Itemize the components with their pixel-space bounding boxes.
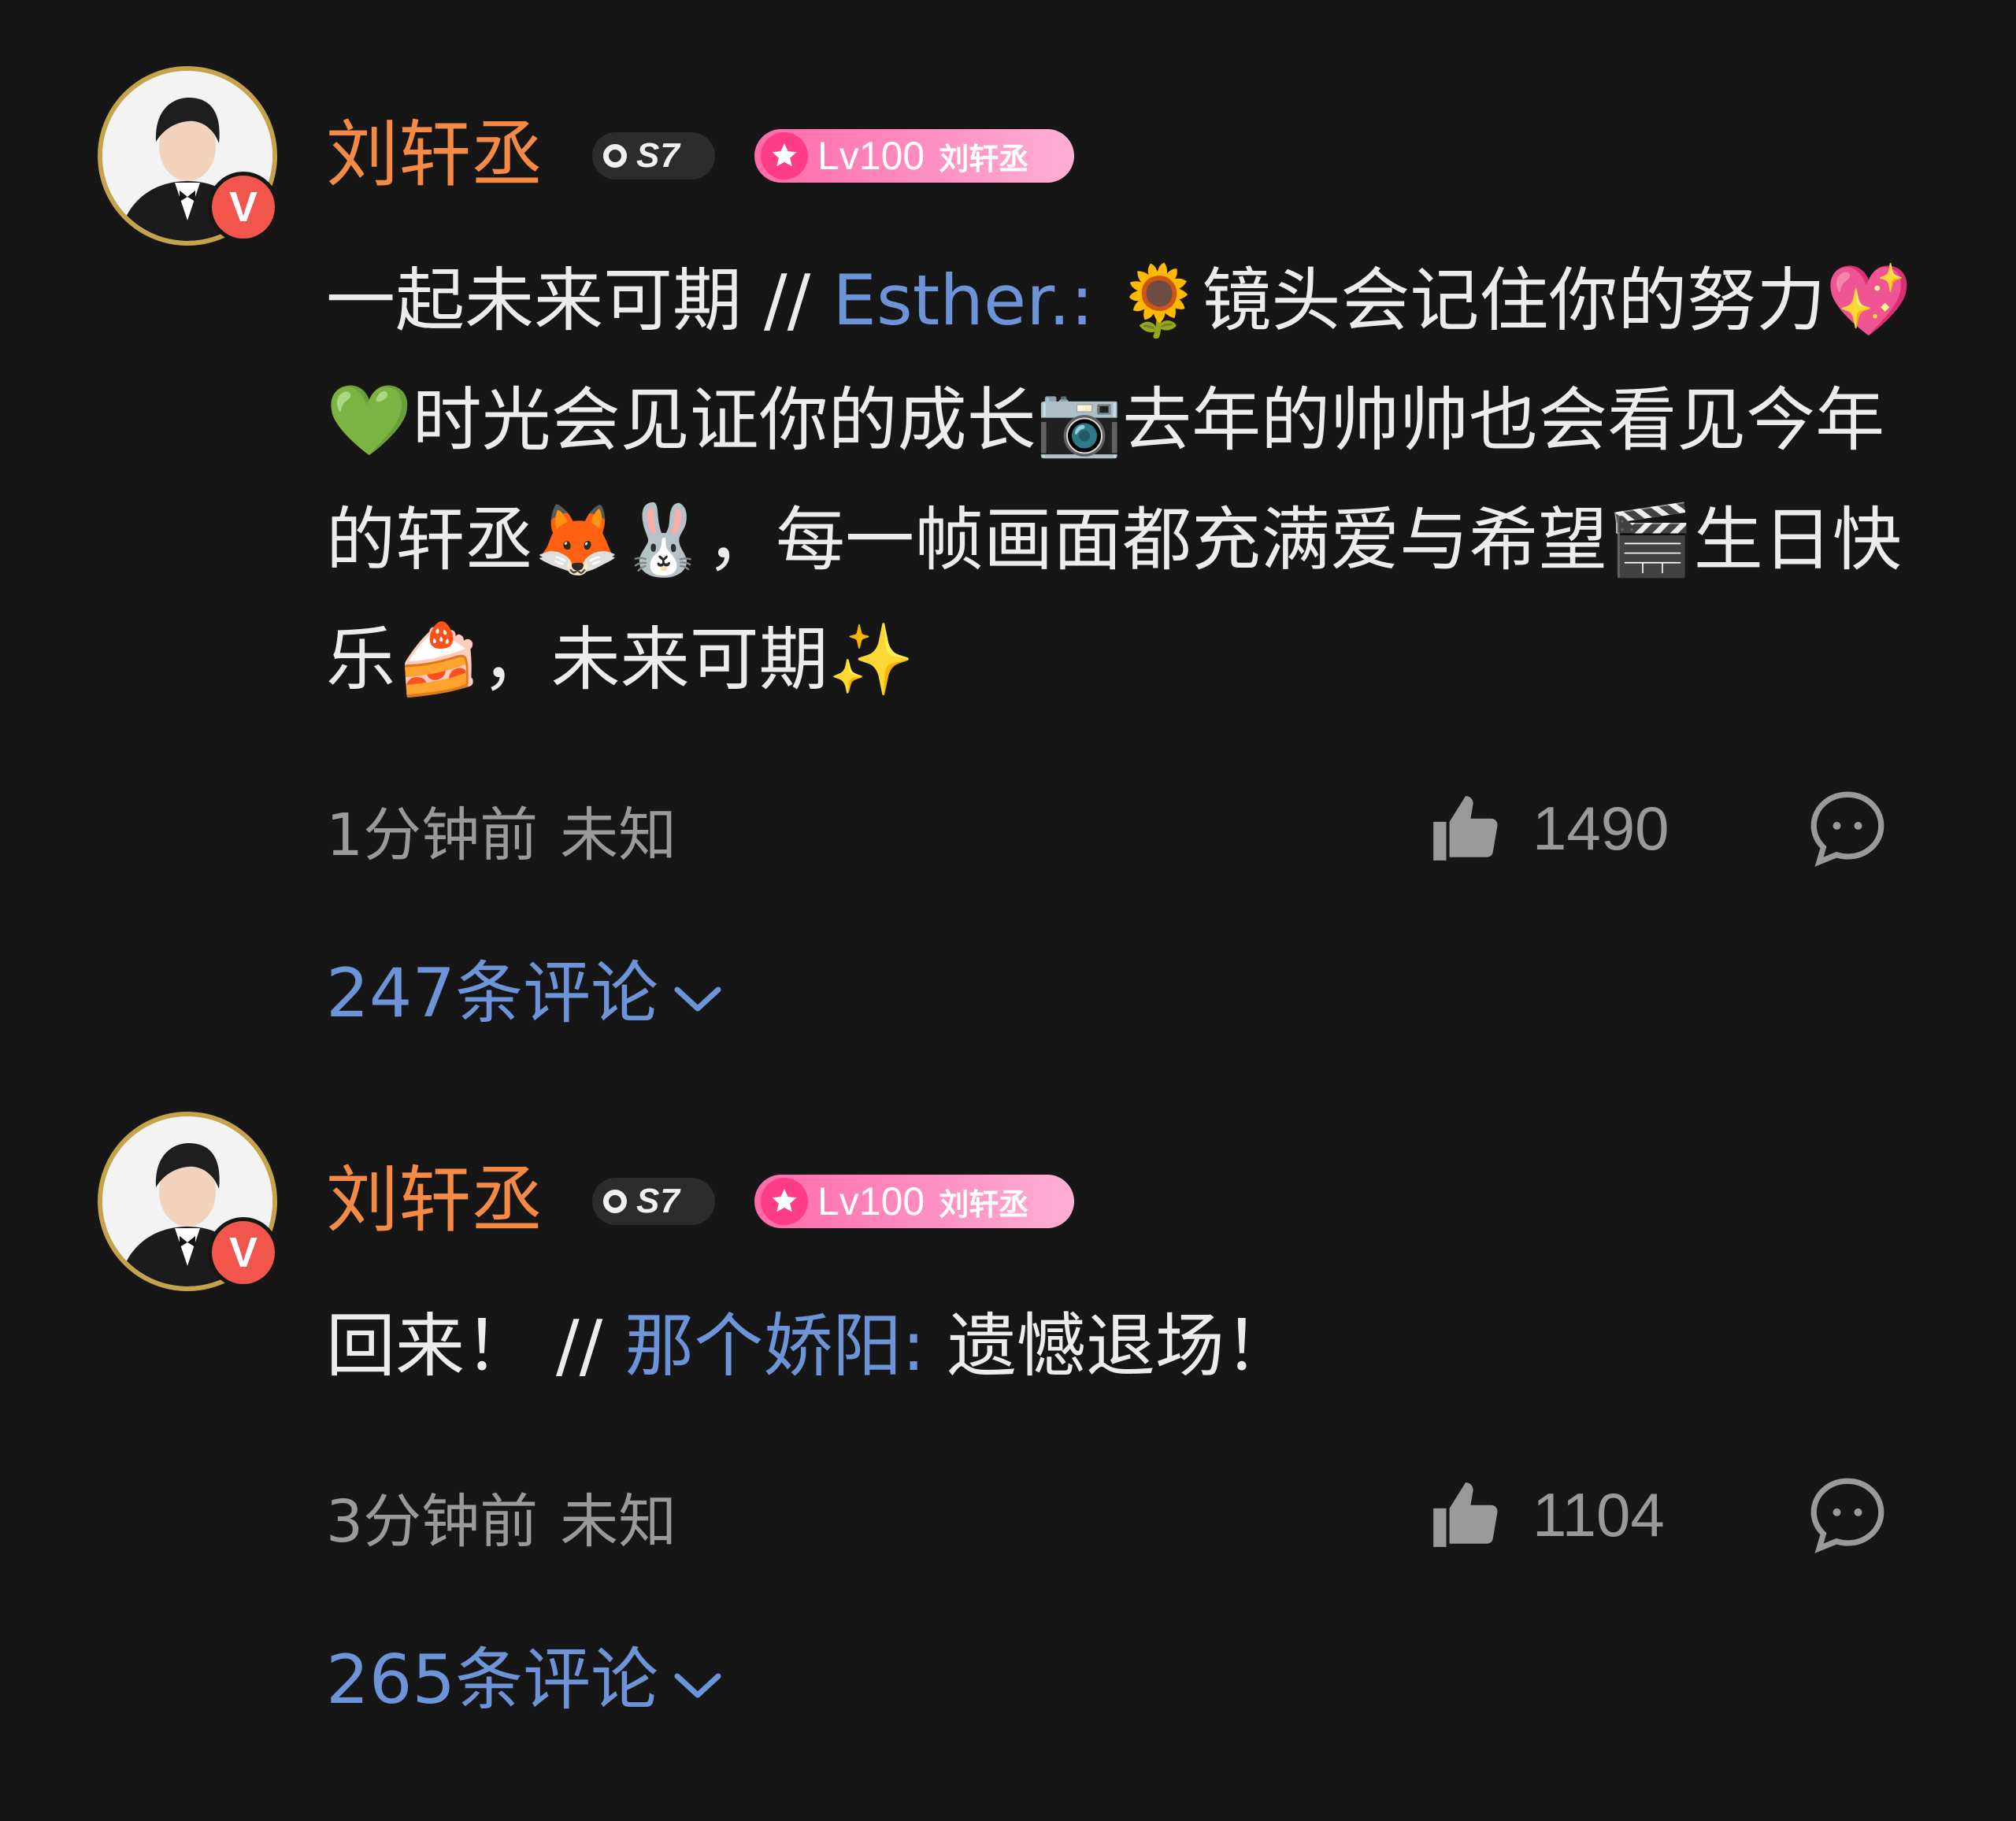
timestamp: 1分钟前 [326, 801, 539, 869]
replies-count-label: 247条评论 [326, 954, 659, 1033]
level-badge[interactable]: Lv100 刘轩丞 [754, 1175, 1074, 1228]
level-badge[interactable]: Lv100 刘轩丞 [754, 129, 1074, 183]
comment-main-text: 回来！ [326, 1305, 535, 1386]
level-name: 刘轩丞 [939, 1186, 1029, 1222]
mention-link[interactable]: Esther.: [832, 260, 1094, 341]
like-count: 1490 [1532, 793, 1670, 863]
thumbs-up-icon [1433, 796, 1498, 861]
comment-text: 一起未来可期 // Esther.: 🌻镜头会记住你的努力💖💚时光会见证你的成长… [326, 241, 1925, 720]
comment-meta: 3分钟前 未知 [326, 1486, 676, 1557]
comment-text: 回来！ // 那个娇阳: 遗憾退场！ [326, 1286, 1925, 1406]
like-button[interactable]: 1104 [1427, 1475, 1665, 1554]
repost-separator: // [764, 260, 811, 341]
verified-icon: V [208, 1217, 279, 1288]
level-label: Lv100 [817, 134, 925, 178]
svip-badge: S7 [592, 1178, 715, 1225]
repost-separator: // [556, 1305, 603, 1386]
level-star-icon [761, 1178, 808, 1225]
reply-button[interactable] [1805, 1472, 1890, 1560]
repost-text: 遗憾退场！ [947, 1305, 1294, 1386]
level-label: Lv100 [817, 1179, 925, 1223]
reply-button[interactable] [1805, 786, 1890, 874]
location: 未知 [560, 1488, 677, 1556]
thumbs-up-icon [1433, 1482, 1498, 1547]
comment-meta: 1分钟前 未知 [326, 800, 676, 871]
replies-count-label: 265条评论 [326, 1641, 659, 1719]
level-star-icon [761, 132, 808, 180]
like-count: 1104 [1532, 1479, 1665, 1549]
chevron-down-icon [674, 1673, 721, 1698]
svip-label: S7 [636, 1182, 680, 1220]
level-name: 刘轩丞 [939, 141, 1029, 176]
expand-replies-button[interactable]: 247条评论 [326, 954, 723, 1033]
svip-icon [603, 1190, 627, 1213]
location: 未知 [560, 801, 677, 869]
verified-icon: V [208, 172, 279, 242]
reply-bubble-icon [1810, 791, 1884, 867]
svip-icon [603, 144, 627, 168]
mention-link[interactable]: 那个娇阳: [624, 1305, 925, 1386]
username[interactable]: 刘轩丞 [326, 1157, 543, 1244]
like-button[interactable]: 1490 [1427, 789, 1670, 868]
comment-main-text: 一起未来可期 [326, 260, 743, 341]
chevron-down-icon [674, 986, 721, 1012]
reply-bubble-icon [1810, 1478, 1884, 1553]
username[interactable]: 刘轩丞 [326, 112, 543, 198]
timestamp: 3分钟前 [326, 1488, 539, 1556]
svip-badge: S7 [592, 132, 715, 180]
svip-label: S7 [636, 136, 680, 175]
expand-replies-button[interactable]: 265条评论 [326, 1641, 723, 1719]
